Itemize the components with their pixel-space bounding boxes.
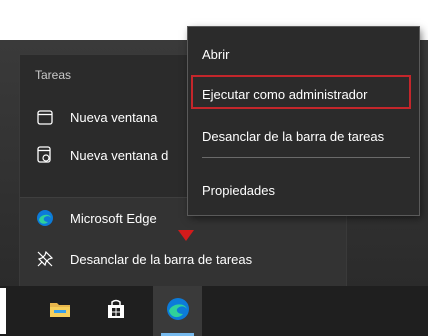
taskbar-microsoft-edge[interactable]: [153, 286, 202, 336]
context-menu: Abrir Ejecutar como administrador Desanc…: [188, 27, 419, 215]
task-label: Nueva ventana: [70, 109, 158, 125]
taskbar: [0, 286, 428, 336]
arrow-marker: [178, 230, 194, 241]
microsoft-store-icon: [106, 299, 126, 324]
private-window-icon: [35, 145, 55, 165]
unpin-from-taskbar-item[interactable]: Desanclar de la barra de tareas: [20, 241, 346, 277]
jump-list-section-title: Tareas: [35, 68, 72, 82]
unpin-icon: [35, 249, 55, 269]
menu-item-open[interactable]: Abrir: [188, 37, 419, 71]
menu-item-unpin[interactable]: Desanclar de la barra de tareas: [188, 119, 419, 153]
unpin-label: Desanclar de la barra de tareas: [70, 251, 253, 267]
menu-divider: [202, 157, 410, 158]
highlight-box: [191, 75, 411, 109]
taskbar-microsoft-store[interactable]: [91, 286, 140, 336]
task-label: Nueva ventana d: [70, 147, 169, 163]
window-icon: [35, 107, 55, 127]
pinned-app-label: Microsoft Edge: [70, 210, 157, 226]
edge-icon: [35, 208, 55, 228]
file-explorer-icon: [49, 300, 71, 323]
taskbar-file-explorer[interactable]: [35, 286, 84, 336]
screen-edge: [0, 288, 6, 334]
menu-item-properties[interactable]: Propiedades: [188, 173, 419, 207]
edge-icon: [166, 297, 190, 326]
